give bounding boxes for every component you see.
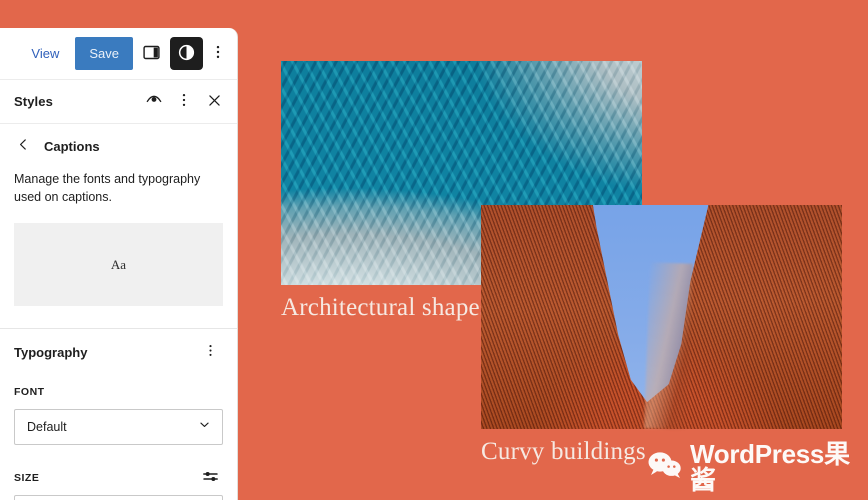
vertical-dots-icon <box>202 342 219 362</box>
canvas-caption-architectural-shapes[interactable]: Architectural shapes <box>281 294 490 322</box>
editor-toolbar: View Save <box>0 28 237 80</box>
captions-page-title: Captions <box>44 138 100 154</box>
styles-toggle-button[interactable] <box>170 37 203 70</box>
back-button[interactable] <box>14 133 32 159</box>
typography-options-button[interactable] <box>197 338 223 366</box>
sidebar-panel-toggle-button[interactable] <box>135 37 168 70</box>
sliders-icon <box>201 467 220 489</box>
close-x-icon <box>206 92 223 112</box>
watermark: WordPress果酱 <box>648 441 868 493</box>
chevron-down-icon <box>197 417 212 437</box>
caption-font-preview: Aa <box>14 223 223 307</box>
font-field-label: FONT <box>14 386 45 399</box>
size-field-group: SIZE Default <box>14 467 223 500</box>
vertical-dots-icon <box>209 43 227 64</box>
caption-preview-text: Aa <box>110 256 127 272</box>
size-controls-button[interactable] <box>197 467 223 489</box>
close-styles-button[interactable] <box>199 87 229 117</box>
canvas-caption-curvy-buildings[interactable]: Curvy buildings <box>481 438 646 466</box>
chevron-left-icon <box>16 137 31 155</box>
wechat-icon <box>648 451 682 484</box>
sidebar-panel-icon <box>142 43 161 65</box>
styles-more-options-button[interactable] <box>169 87 199 117</box>
canvas-image-curvy-buildings[interactable] <box>481 205 842 430</box>
typography-section-title: Typography <box>14 344 88 360</box>
view-button[interactable]: View <box>21 36 69 72</box>
captions-navigation-row: Captions <box>0 124 237 168</box>
typography-section: Typography FONT Default SIZE <box>0 329 237 500</box>
styles-panel-header: Styles <box>0 80 237 124</box>
font-field-group: FONT Default <box>14 381 223 446</box>
captions-description: Manage the fonts and typography used on … <box>14 172 201 205</box>
toolbar-more-options-button[interactable] <box>205 37 231 70</box>
size-field-label: SIZE <box>14 472 40 485</box>
styles-panel-title: Styles <box>14 94 53 109</box>
contrast-circle-icon <box>177 43 196 65</box>
typography-section-header: Typography <box>14 329 223 375</box>
vertical-dots-icon <box>175 91 193 112</box>
size-label-row: SIZE <box>14 467 223 489</box>
building-ridge-highlight <box>644 262 694 430</box>
font-select[interactable]: Default <box>14 409 223 446</box>
watermark-text: WordPress果酱 <box>690 439 850 495</box>
font-label-row: FONT <box>14 381 223 403</box>
size-select[interactable]: Default <box>14 495 223 500</box>
save-button[interactable]: Save <box>75 37 133 70</box>
editor-sidebar-panel: View Save Styles Captions Manage the fon… <box>0 28 238 500</box>
eye-icon <box>145 91 163 112</box>
style-book-button[interactable] <box>139 87 169 117</box>
font-select-value: Default <box>27 420 67 435</box>
